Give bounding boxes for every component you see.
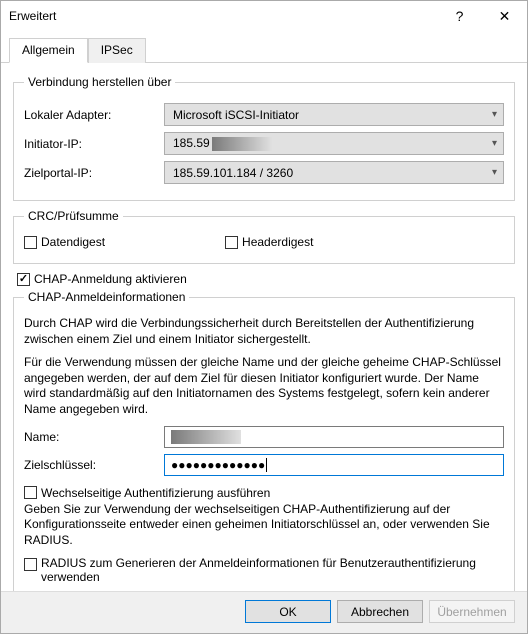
target-portal-ip-combo[interactable]: 185.59.101.184 / 3260 ▾ bbox=[164, 161, 504, 184]
group-connection: Verbindung herstellen über Lokaler Adapt… bbox=[13, 75, 515, 201]
titlebar: Erweitert ? ✕ bbox=[1, 1, 527, 31]
chap-secret-value: ●●●●●●●●●●●●● bbox=[171, 458, 265, 472]
checkbox-icon bbox=[24, 558, 37, 571]
chap-desc-1: Durch CHAP wird die Verbindungssicherhei… bbox=[24, 316, 504, 347]
mutual-auth-checkbox[interactable]: Wechselseitige Authentifizierung ausführ… bbox=[24, 486, 504, 500]
dialog-window: Erweitert ? ✕ Allgemein IPSec Verbindung… bbox=[0, 0, 528, 634]
initiator-ip-combo[interactable]: 185.59 ▾ bbox=[164, 132, 504, 155]
chap-name-input[interactable] bbox=[164, 426, 504, 448]
window-title: Erweitert bbox=[9, 9, 437, 23]
dialog-footer: OK Abbrechen Übernehmen bbox=[1, 591, 527, 633]
target-portal-ip-label: Zielportal-IP: bbox=[24, 166, 164, 180]
local-adapter-combo[interactable]: Microsoft iSCSI-Initiator ▾ bbox=[164, 103, 504, 126]
close-button[interactable]: ✕ bbox=[482, 1, 527, 31]
chap-desc-2: Für die Verwendung müssen der gleiche Na… bbox=[24, 355, 504, 417]
chap-name-value bbox=[171, 430, 241, 444]
dialog-body: Verbindung herstellen über Lokaler Adapt… bbox=[1, 63, 527, 591]
initiator-ip-label: Initiator-IP: bbox=[24, 137, 164, 151]
chap-enable-checkbox[interactable]: CHAP-Anmeldung aktivieren bbox=[17, 272, 515, 286]
header-digest-checkbox[interactable]: Headerdigest bbox=[225, 235, 313, 249]
group-chap-info: CHAP-Anmeldeinformationen Durch CHAP wir… bbox=[13, 290, 515, 591]
text-caret bbox=[266, 458, 267, 472]
mutual-auth-desc: Geben Sie zur Verwendung der wechselseit… bbox=[24, 502, 504, 549]
chap-secret-input[interactable]: ●●●●●●●●●●●●● bbox=[164, 454, 504, 476]
chevron-down-icon: ▾ bbox=[492, 167, 497, 178]
tab-strip: Allgemein IPSec bbox=[1, 31, 527, 63]
tab-ipsec[interactable]: IPSec bbox=[88, 38, 146, 63]
tab-general[interactable]: Allgemein bbox=[9, 38, 88, 63]
chevron-down-icon: ▾ bbox=[492, 138, 497, 149]
apply-button: Übernehmen bbox=[429, 600, 515, 623]
ok-button[interactable]: OK bbox=[245, 600, 331, 623]
local-adapter-value: Microsoft iSCSI-Initiator bbox=[173, 108, 299, 122]
checkbox-checked-icon bbox=[17, 273, 30, 286]
local-adapter-label: Lokaler Adapter: bbox=[24, 108, 164, 122]
group-crc: CRC/Prüfsumme Datendigest Headerdigest bbox=[13, 209, 515, 264]
chap-secret-label: Zielschlüssel: bbox=[24, 458, 164, 472]
checkbox-icon bbox=[24, 236, 37, 249]
initiator-ip-value: 185.59 bbox=[173, 136, 272, 151]
target-portal-ip-value: 185.59.101.184 / 3260 bbox=[173, 166, 293, 180]
data-digest-checkbox[interactable]: Datendigest bbox=[24, 235, 105, 249]
radius-generate-checkbox[interactable]: RADIUS zum Generieren der Anmeldeinforma… bbox=[24, 556, 504, 584]
group-chap-info-legend: CHAP-Anmeldeinformationen bbox=[24, 290, 189, 304]
group-crc-legend: CRC/Prüfsumme bbox=[24, 209, 123, 223]
checkbox-icon bbox=[24, 486, 37, 499]
chevron-down-icon: ▾ bbox=[492, 109, 497, 120]
chap-name-label: Name: bbox=[24, 430, 164, 444]
help-button[interactable]: ? bbox=[437, 1, 482, 31]
cancel-button[interactable]: Abbrechen bbox=[337, 600, 423, 623]
group-connection-legend: Verbindung herstellen über bbox=[24, 75, 175, 89]
checkbox-icon bbox=[225, 236, 238, 249]
